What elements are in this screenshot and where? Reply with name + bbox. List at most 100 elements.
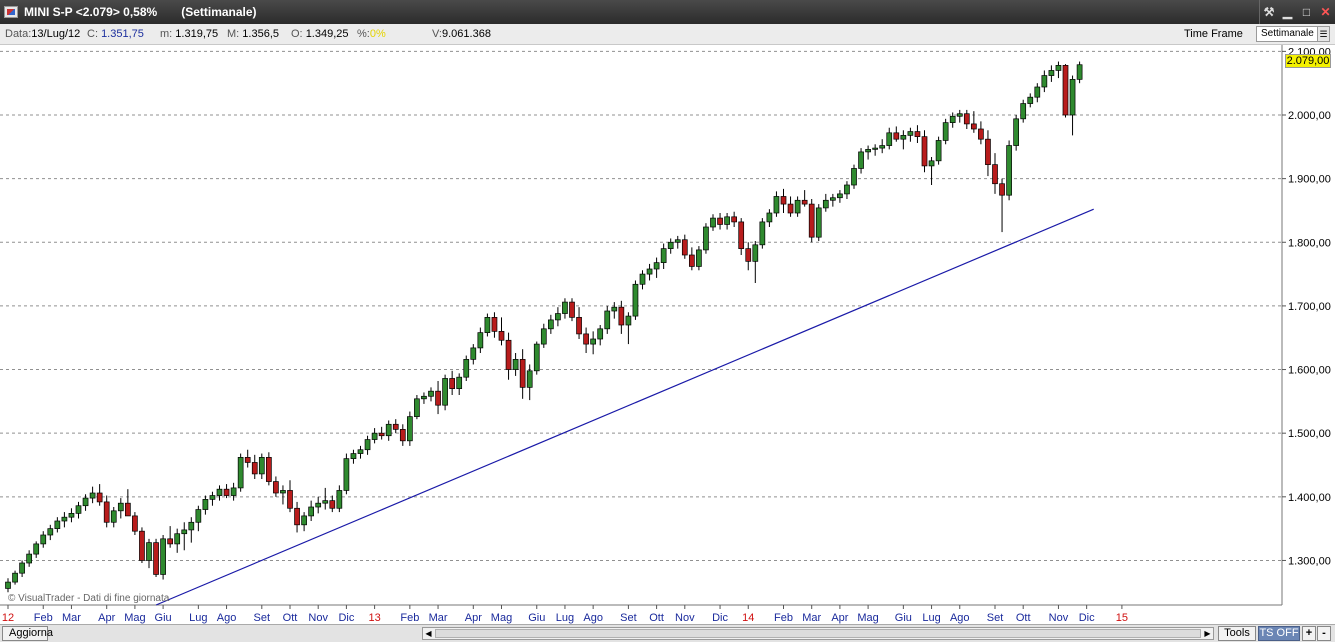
ohlc-info-bar: Data:13/Lug/12 C: 1.351,75 m: 1.319,75 M… [0, 24, 1335, 45]
candle-up [660, 248, 667, 263]
candle-down [132, 515, 138, 532]
x-tick-label: Giu [528, 612, 545, 624]
candle-down [287, 490, 293, 509]
candle-down [294, 507, 300, 526]
candle-down [688, 254, 695, 267]
candle-down [618, 306, 625, 326]
candle-down [124, 502, 131, 517]
candle-up [1027, 96, 1034, 104]
candle-down [963, 113, 970, 125]
candle-up [703, 226, 709, 251]
candle-down [731, 216, 738, 223]
candle-up [1013, 118, 1020, 146]
chevron-down-icon[interactable]: ☰ [1317, 27, 1329, 41]
scrollbar-thumb[interactable] [435, 629, 1201, 638]
candle-down [992, 164, 998, 185]
x-tick-label: Giu [155, 612, 172, 624]
candle-down [893, 132, 900, 140]
candle-up [421, 395, 427, 400]
candle-up [1020, 103, 1027, 120]
zoom-out-button[interactable]: - [1317, 626, 1331, 641]
x-tick-label: Nov [1049, 612, 1069, 624]
candle-up [350, 453, 357, 459]
maximize-icon[interactable]: □ [1297, 0, 1316, 24]
candle-down [449, 378, 455, 389]
candle-up [674, 239, 681, 243]
candle-up [900, 135, 907, 140]
candle-up [759, 221, 766, 246]
x-tick-label: Giu [895, 612, 912, 624]
info-min: m: 1.319,75 [160, 28, 219, 40]
candle-up [195, 509, 202, 523]
candle-down [576, 317, 582, 335]
candle-up [181, 529, 188, 535]
close-icon[interactable]: ✕ [1316, 0, 1335, 24]
ts-toggle-button[interactable]: TS OFF [1258, 626, 1300, 641]
scroll-right-icon[interactable]: ▶ [1202, 627, 1213, 640]
candle-up [301, 515, 307, 526]
candle-up [590, 338, 597, 345]
y-tick-label: 1.800,00 [1288, 237, 1331, 249]
candle-up [1041, 75, 1048, 88]
info-volume: V:9.061.368 [432, 28, 491, 40]
candle-up [710, 217, 716, 228]
candle-up [343, 458, 350, 491]
candle-down [399, 429, 406, 442]
tools-button[interactable]: Tools [1218, 626, 1256, 641]
candle-up [949, 115, 956, 123]
x-tick-label: Ott [283, 612, 298, 624]
scroll-left-icon[interactable]: ◀ [423, 627, 434, 640]
candlestick-chart[interactable]: 1.300,00 1.400,00 1.500,00 1.600,00 1.700,00… [0, 45, 1335, 624]
candle-up [414, 398, 420, 417]
candle-up [865, 149, 871, 153]
window-title-period: (Settimanale) [181, 5, 257, 19]
x-tick-label: Lug [556, 612, 574, 624]
candle-up [604, 310, 611, 330]
candle-down [569, 301, 575, 318]
candle-up [829, 197, 836, 201]
window-controls: ⚒ ▁ □ ✕ [1259, 0, 1335, 24]
x-tick-label: Lug [189, 612, 207, 624]
candle-up [258, 457, 265, 475]
candle-down [378, 432, 385, 437]
candle-up [815, 207, 822, 238]
candle-up [844, 184, 850, 195]
candle-down [681, 239, 688, 256]
time-scrollbar[interactable]: ◀ ▶ [422, 627, 1214, 640]
candle-up [40, 534, 47, 545]
y-tick-label: 1.400,00 [1288, 492, 1331, 504]
candle-down [505, 339, 512, 370]
x-tick-label: Mar [802, 612, 821, 624]
x-tick-label: Mar [62, 612, 81, 624]
pin-icon[interactable]: ⚒ [1259, 0, 1278, 24]
candle-down [139, 530, 145, 561]
candle-up [117, 502, 124, 512]
candle-up [19, 562, 25, 574]
candle-down [273, 481, 279, 494]
candle-up [315, 502, 322, 508]
candle-up [942, 122, 949, 141]
candle-up [188, 521, 195, 531]
x-tick-label: Mar [429, 612, 448, 624]
timeframe-select[interactable]: Settimanale ☰ [1256, 26, 1330, 42]
x-tick-label: Ott [649, 612, 664, 624]
refresh-button[interactable]: Aggiorna [2, 626, 53, 641]
x-tick-label: Mag [857, 612, 878, 624]
candle-up [33, 543, 40, 555]
candle-down [780, 196, 787, 205]
candle-up [463, 359, 470, 378]
candle-down [745, 248, 752, 262]
candle-up [336, 490, 343, 509]
candle-up [12, 572, 18, 583]
candle-down [103, 501, 110, 523]
bottom-toolbar: Aggiorna ◀ ▶ Tools TS OFF + - [0, 624, 1335, 642]
candle-up [371, 432, 378, 440]
candle-up [385, 423, 392, 437]
candle-up [230, 487, 237, 496]
x-tick-label: Feb [34, 612, 53, 624]
candle-down [1062, 65, 1069, 116]
minimize-icon[interactable]: ▁ [1278, 0, 1297, 24]
y-tick-label: 1.600,00 [1288, 365, 1331, 377]
zoom-in-button[interactable]: + [1302, 626, 1316, 641]
candle-up [174, 533, 181, 545]
